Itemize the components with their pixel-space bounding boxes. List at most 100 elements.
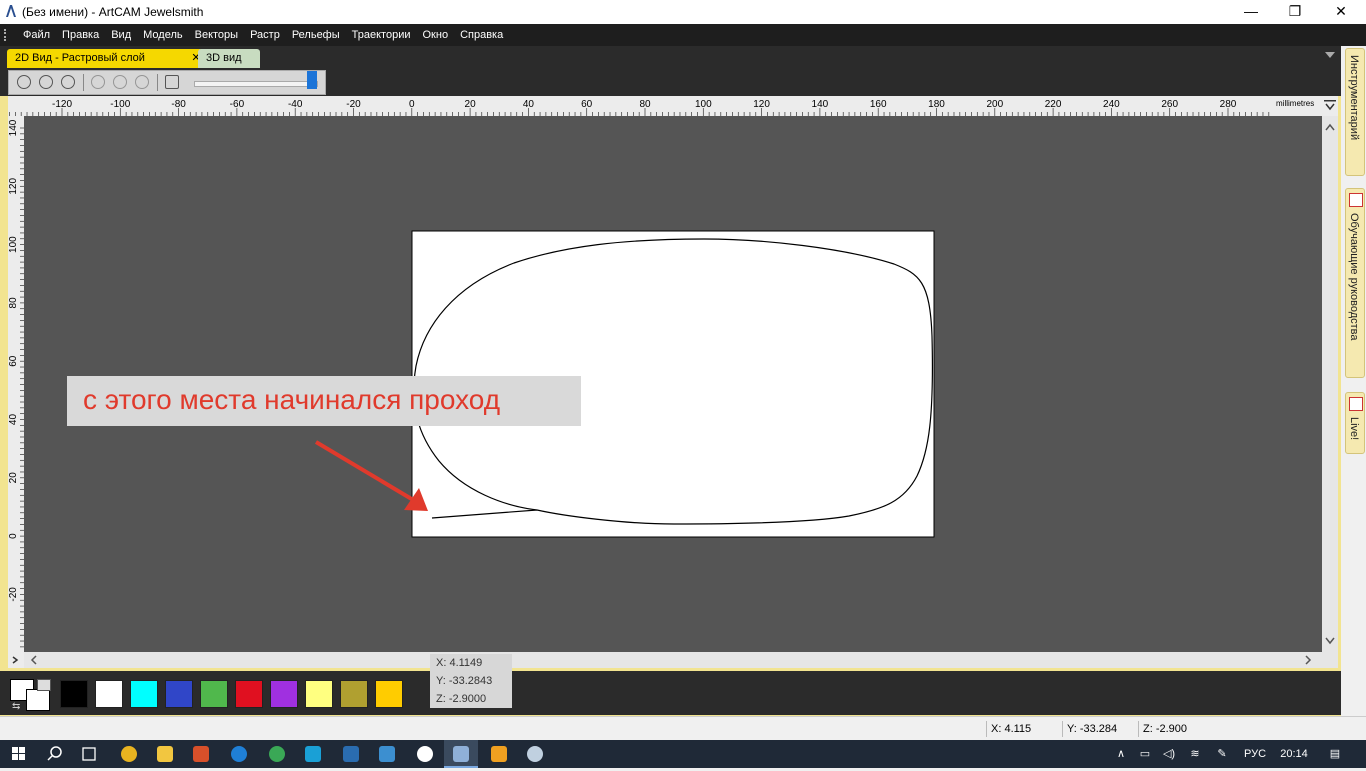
palette-menu-icon[interactable]	[37, 679, 51, 691]
menu-window[interactable]: Окно	[417, 24, 455, 46]
toolbar-separator	[83, 74, 84, 91]
task-view-button[interactable]	[72, 740, 106, 768]
notifications-icon[interactable]: ▤	[1320, 740, 1350, 768]
maximize-button[interactable]: ❐	[1272, 0, 1318, 24]
ruler-dropdown[interactable]	[1322, 96, 1338, 116]
taskbar-explorer[interactable]	[148, 740, 182, 768]
palette-swatch[interactable]	[235, 680, 263, 708]
wifi-icon[interactable]: ≋	[1184, 740, 1206, 768]
3d-icon	[343, 746, 359, 762]
secondary-color-swatch[interactable]	[26, 689, 50, 711]
chrome-icon-2	[269, 746, 285, 762]
raster-settings-icon[interactable]	[165, 75, 179, 89]
zoom-fit-icon[interactable]	[113, 75, 127, 89]
taskbar-photos[interactable]	[370, 740, 404, 768]
show-hidden-icons[interactable]: ∧	[1112, 740, 1130, 768]
menu-raster[interactable]: Растр	[244, 24, 286, 46]
palette-swatch[interactable]	[200, 680, 228, 708]
toolbar-panel	[8, 70, 326, 95]
taskbar-yandex[interactable]	[408, 740, 442, 768]
menu-view[interactable]: Вид	[105, 24, 137, 46]
battery-icon[interactable]: ▭	[1134, 740, 1156, 768]
menu-grip[interactable]	[4, 29, 8, 41]
swap-colors-icon[interactable]: ⇆	[12, 701, 20, 712]
app-icon-2	[491, 746, 507, 762]
explorer-icon	[157, 746, 173, 762]
v-ruler-tick-label: 60	[8, 355, 19, 367]
scroll-corner	[1322, 652, 1338, 668]
menu-help[interactable]: Справка	[454, 24, 509, 46]
start-button[interactable]	[2, 740, 36, 768]
dock-tab-live-label: Live!	[1348, 417, 1360, 441]
window-title: (Без имени) - ArtCAM Jewelsmith	[22, 5, 204, 19]
v-ruler-tick-label: -20	[8, 587, 19, 602]
palette-swatch[interactable]	[60, 680, 88, 708]
search-button[interactable]	[38, 740, 72, 768]
horizontal-scroll-arrows[interactable]	[8, 652, 1322, 668]
menu-vectors[interactable]: Векторы	[189, 24, 244, 46]
taskbar-edge[interactable]	[222, 740, 256, 768]
cursor-y: Y: -33.2843	[436, 675, 493, 687]
horizontal-ruler-ticks: -120 -100 -80 -60 -40 -20 0 20 40 60 80 100 120 140 16…	[9, 99, 1270, 116]
zoom-box-icon[interactable]	[91, 75, 105, 89]
taskbar-app-2[interactable]	[482, 740, 516, 768]
menu-toolpaths[interactable]: Траектории	[346, 24, 417, 46]
palette-swatch[interactable]	[95, 680, 123, 708]
taskbar-ccleaner[interactable]	[296, 740, 330, 768]
taskbar-artcam[interactable]	[444, 740, 478, 768]
taskbar-paint[interactable]	[518, 740, 552, 768]
tab-2d-view[interactable]: 2D Вид - Растровый слой ✕	[7, 49, 203, 68]
raster-slider-track[interactable]	[194, 81, 318, 87]
zoom-out-icon[interactable]	[39, 75, 53, 89]
vertical-scroll-arrows[interactable]	[1322, 116, 1338, 652]
zoom-reset-icon[interactable]	[135, 75, 149, 89]
dock-tab-toolbox-label: Инструментарий	[1348, 55, 1360, 141]
toolbar-separator	[157, 74, 158, 91]
chevron-down-icon[interactable]	[1322, 96, 1338, 116]
palette-swatch[interactable]	[270, 680, 298, 708]
status-bar: X: 4.115 Y: -33.284 Z: -2.900	[0, 716, 1366, 741]
dock-tab-toolbox[interactable]: Инструментарий	[1345, 48, 1365, 176]
photos-icon	[379, 746, 395, 762]
minimize-button[interactable]: —	[1228, 0, 1274, 24]
horizontal-ruler: -120 -100 -80 -60 -40 -20 0 20 40 60 80 100 120 140 16…	[8, 96, 1322, 117]
taskbar-app[interactable]	[184, 740, 218, 768]
menu-edit[interactable]: Правка	[56, 24, 105, 46]
zoom-in-icon[interactable]	[17, 75, 31, 89]
palette-swatch[interactable]	[340, 680, 368, 708]
vertical-scrollbar[interactable]	[1322, 116, 1338, 652]
task-view-icon	[82, 747, 96, 761]
menu-reliefs[interactable]: Рельефы	[286, 24, 346, 46]
v-ruler-tick-label: 140	[8, 119, 19, 136]
menu-model[interactable]: Модель	[137, 24, 188, 46]
close-button[interactable]: ✕	[1318, 0, 1364, 24]
raster-slider-thumb[interactable]	[307, 71, 317, 89]
palette-swatch[interactable]	[130, 680, 158, 708]
search-icon	[47, 746, 62, 761]
horizontal-scrollbar[interactable]	[8, 652, 1322, 668]
v-ruler-tick-label: 80	[8, 297, 19, 309]
menu-file[interactable]: Файл	[17, 24, 56, 46]
language-indicator[interactable]: РУС	[1238, 740, 1272, 768]
palette-swatch[interactable]	[375, 680, 403, 708]
vertical-ruler: 140 120 100 80 60 40 20 0 -20	[8, 116, 25, 652]
pen-icon[interactable]: ✎	[1210, 740, 1234, 768]
tab-2d-view-label: 2D Вид - Растровый слой	[15, 52, 145, 64]
view-tab-strip: 2D Вид - Растровый слой ✕ 3D вид	[0, 46, 1341, 68]
clock[interactable]: 20:14	[1274, 740, 1314, 768]
taskbar-3d[interactable]	[334, 740, 368, 768]
tab-3d-view[interactable]: 3D вид	[198, 49, 260, 68]
palette-swatch[interactable]	[165, 680, 193, 708]
palette-swatch[interactable]	[305, 680, 333, 708]
taskbar-chrome-2[interactable]	[260, 740, 294, 768]
app-logo-icon	[6, 5, 16, 17]
dock-tab-tutorials[interactable]: Обучающие руководства	[1345, 188, 1365, 378]
cursor-z: Z: -2.9000	[436, 693, 487, 705]
volume-icon[interactable]: ◁)	[1158, 740, 1180, 768]
notepad-icon	[1349, 193, 1363, 207]
taskbar-chrome[interactable]	[112, 740, 146, 768]
start-icon	[12, 747, 25, 760]
dock-tab-live[interactable]: Live!	[1345, 392, 1365, 454]
zoom-previous-icon[interactable]	[61, 75, 75, 89]
tab-dropdown-icon[interactable]	[1325, 52, 1335, 58]
